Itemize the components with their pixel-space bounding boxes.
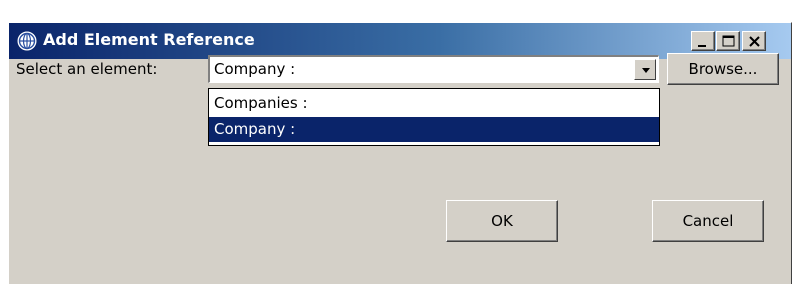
minimize-button[interactable] — [691, 31, 715, 51]
globe-icon — [17, 31, 37, 51]
browse-button[interactable]: Browse... — [667, 53, 779, 85]
maximize-icon — [722, 35, 735, 47]
combobox-value: Company : — [214, 60, 296, 78]
element-dropdown-list: Companies : Company : — [208, 88, 660, 146]
close-icon — [749, 36, 760, 47]
maximize-button[interactable] — [716, 31, 740, 51]
chevron-down-icon — [642, 68, 650, 73]
select-element-label: Select an element: — [16, 60, 158, 78]
dropdown-toggle-button[interactable] — [634, 59, 656, 80]
cancel-button[interactable]: Cancel — [652, 200, 764, 242]
dropdown-option[interactable]: Companies : — [209, 91, 659, 116]
dropdown-option-selected[interactable]: Company : — [209, 117, 659, 142]
close-button[interactable] — [742, 31, 766, 51]
minimize-icon — [698, 45, 706, 47]
window-title: Add Element Reference — [43, 30, 255, 49]
ok-button[interactable]: OK — [446, 200, 558, 242]
element-combobox[interactable]: Company : — [208, 55, 659, 83]
